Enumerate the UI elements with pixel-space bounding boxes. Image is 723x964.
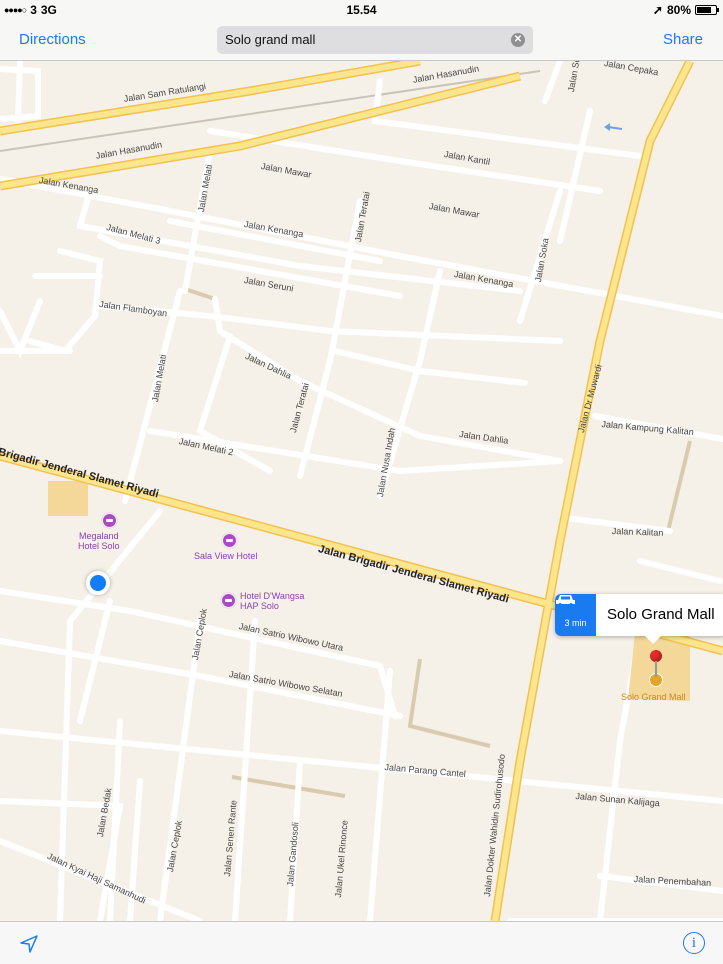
- battery-info: ➚ 80%: [652, 3, 719, 17]
- place-callout[interactable]: 3 min Solo Grand Mall: [555, 594, 723, 644]
- share-button[interactable]: Share: [663, 31, 703, 48]
- poi-sala-view-hotel[interactable]: Sala View Hotel: [194, 551, 257, 561]
- hotel-icon[interactable]: [222, 533, 237, 548]
- pin-stem: [655, 661, 657, 677]
- poi-solo-grand-mall[interactable]: Solo Grand Mall: [621, 692, 686, 702]
- search-field[interactable]: Solo grand mall ✕: [217, 26, 533, 54]
- battery-icon: [695, 5, 719, 15]
- info-icon[interactable]: i: [683, 932, 705, 954]
- poi-megaland-hotel[interactable]: Megaland Hotel Solo: [78, 531, 120, 551]
- directions-button[interactable]: Directions: [19, 31, 86, 48]
- location-arrow-icon[interactable]: [18, 933, 40, 955]
- location-services-icon: ➚: [652, 3, 663, 17]
- car-icon: [556, 595, 575, 606]
- callout-title[interactable]: Solo Grand Mall: [607, 606, 715, 623]
- poi-hotel-dwangsa[interactable]: Hotel D'Wangsa HAP Solo: [240, 591, 304, 611]
- bottom-toolbar: i: [0, 921, 723, 964]
- hotel-icon[interactable]: [221, 593, 236, 608]
- battery-level-fill: [697, 7, 712, 13]
- drive-directions-button[interactable]: 3 min: [555, 594, 596, 636]
- map-view[interactable]: Jalan Sam Ratulangi Jalan Hasanudin Jala…: [0, 61, 723, 921]
- clear-icon[interactable]: ✕: [511, 33, 525, 47]
- battery-percent: 80%: [666, 3, 691, 17]
- hotel-icon[interactable]: [102, 513, 117, 528]
- clock: 15.54: [346, 3, 377, 17]
- toolbar: Directions Solo grand mall ✕ Share: [0, 20, 723, 61]
- status-bar: ●●●●○ 3 3G 15.54 ➚ 80%: [0, 0, 723, 20]
- drive-time: 3 min: [564, 618, 587, 628]
- search-input[interactable]: Solo grand mall: [225, 32, 315, 47]
- road-label: Jalan Kalitan: [611, 526, 664, 538]
- user-location-marker[interactable]: [86, 571, 110, 595]
- dropped-pin[interactable]: [650, 650, 662, 678]
